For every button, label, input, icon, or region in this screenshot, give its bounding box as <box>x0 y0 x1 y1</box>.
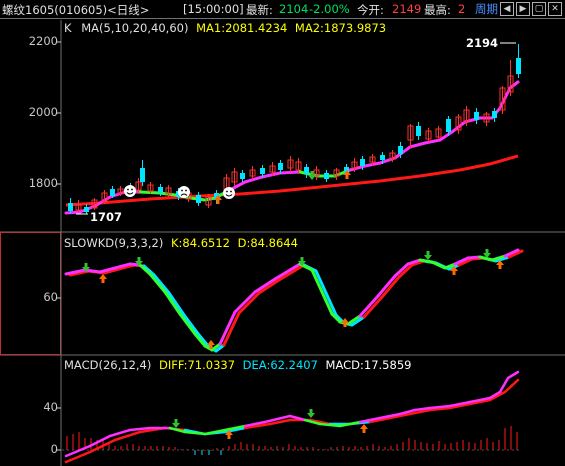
kd-k-line <box>418 258 434 264</box>
ma-params: MA(5,10,20,40,60) <box>81 21 189 35</box>
smile-icon <box>124 185 136 197</box>
candle-body <box>492 111 497 118</box>
kd-y-tick-60: 60 <box>43 290 58 304</box>
ma-short-line <box>278 170 302 175</box>
ma2-value: MA2:1873.9873 <box>294 21 387 35</box>
buy-arrow-icon <box>99 274 107 283</box>
macd-value: MACD:17.5859 <box>325 358 412 372</box>
macd-y-tick-40: 40 <box>43 400 58 414</box>
sell-arrow-icon <box>172 419 180 428</box>
kd-k-line <box>466 255 482 260</box>
sell-arrow-icon <box>308 171 316 180</box>
kd-params: SLOWKD(9,3,3,2) <box>64 236 164 250</box>
smile-icon <box>127 188 129 191</box>
chart-canvas <box>0 20 565 466</box>
macd-diff-line <box>506 370 520 380</box>
candle-body <box>140 168 145 182</box>
macd-legend: MACD(26,12,4) DIFF:71.0337 DEA:62.2407 M… <box>64 358 411 372</box>
candle-body <box>240 173 245 179</box>
main-legend: K MA(5,10,20,40,60) MA1:2081.4234 MA2:18… <box>64 21 386 35</box>
high-price-marker: 2194 <box>466 36 499 50</box>
smile-icon <box>226 190 228 193</box>
macd-dea-value: DEA:62.2407 <box>242 358 318 372</box>
candle-body <box>68 203 73 211</box>
ma-short-line <box>408 141 427 149</box>
sell-arrow-icon <box>307 409 315 418</box>
candle-body <box>304 167 309 174</box>
candle-body <box>324 173 329 179</box>
candle-body <box>84 207 89 212</box>
candle-body <box>196 195 201 203</box>
low-price-marker: 1707 <box>90 210 123 224</box>
main-y-tick-2200: 2200 <box>28 34 58 48</box>
kd-k-line <box>148 272 167 294</box>
kd-k-value: K:84.6512 <box>170 236 230 250</box>
kd-k-line <box>163 290 182 316</box>
kd-legend: SLOWKD(9,3,3,2) K:84.6512 D:84.8644 <box>64 236 298 250</box>
frown-icon <box>178 186 190 198</box>
frown-icon <box>181 189 183 192</box>
candle-body <box>360 159 365 166</box>
ma-short-line <box>64 210 82 215</box>
ma-short-line <box>438 130 454 142</box>
candle-body <box>110 189 115 196</box>
ma-short-line <box>508 80 520 90</box>
candle-body <box>416 126 421 136</box>
kd-d-line <box>167 291 186 317</box>
buy-arrow-icon <box>360 424 368 433</box>
main-y-tick-2000: 2000 <box>28 105 58 119</box>
ma-short-line <box>243 175 264 184</box>
candle-body <box>446 119 451 132</box>
candle-body <box>260 168 265 174</box>
sell-arrow-icon <box>424 251 432 260</box>
kd-d-line <box>182 313 201 337</box>
kd-k-line <box>178 312 197 336</box>
main-y-tick-1800: 1800 <box>28 176 58 190</box>
candle-body <box>474 112 479 120</box>
macd-params: MACD(26,12,4) <box>64 358 152 372</box>
candle-body <box>398 146 403 154</box>
frown-icon <box>185 189 187 192</box>
smile-icon <box>230 190 232 193</box>
candle-body <box>278 163 283 170</box>
kd-d-line <box>152 273 171 295</box>
ma1-value: MA1:2081.4234 <box>196 21 288 35</box>
macd-y-tick-0: 0 <box>50 442 58 456</box>
macd-diff-value: DIFF:71.0337 <box>159 358 236 372</box>
smile-icon <box>223 187 235 199</box>
candle-body <box>516 58 521 74</box>
main-title: K <box>64 21 72 35</box>
ma-short-line <box>423 138 442 145</box>
candle-body <box>158 187 163 193</box>
candle-body <box>380 155 385 160</box>
smile-icon <box>131 188 133 191</box>
kd-d-value: D:84.8644 <box>237 236 298 250</box>
ma-long-line <box>65 154 519 207</box>
